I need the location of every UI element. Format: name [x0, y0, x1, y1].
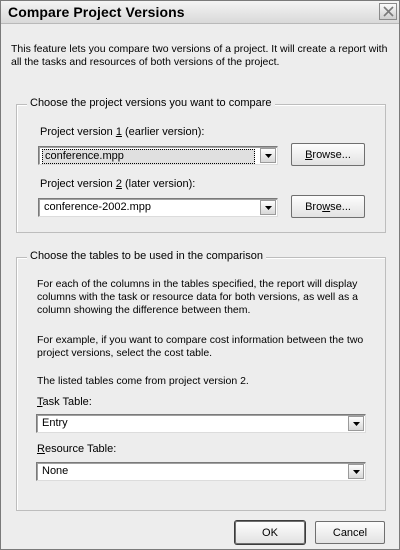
- title-bar: Compare Project Versions: [1, 1, 399, 24]
- task-table-dropdown-button[interactable]: [348, 416, 364, 431]
- versions-group-legend: Choose the project versions you want to …: [27, 97, 275, 109]
- compare-project-versions-dialog: Compare Project Versions This feature le…: [0, 0, 400, 550]
- browse1-rest: rowse...: [312, 148, 351, 161]
- resource-table-select[interactable]: None: [36, 462, 366, 481]
- chevron-down-icon: [352, 421, 360, 426]
- browse2-post: se...: [330, 200, 351, 213]
- browse-version1-button[interactable]: Browse...: [291, 143, 365, 166]
- version2-select[interactable]: conference-2002.mpp: [38, 198, 278, 217]
- chevron-down-icon: [264, 205, 272, 210]
- tables-group: Choose the tables to be used in the comp…: [16, 250, 386, 511]
- close-icon: [382, 6, 394, 17]
- task-table-label-rest: ask Table:: [42, 396, 92, 408]
- tables-description-1: For each of the columns in the tables sp…: [37, 278, 358, 316]
- version1-label: Project version 1 (earlier version):: [40, 126, 204, 138]
- resource-table-label-key: R: [37, 443, 45, 455]
- browse2-pre: Bro: [305, 200, 323, 213]
- intro-text: This feature lets you compare two versio…: [11, 43, 388, 68]
- resource-table-dropdown-button[interactable]: [348, 464, 364, 479]
- chevron-down-icon: [264, 153, 272, 158]
- tables-description-2: For example, if you want to compare cost…: [37, 334, 364, 359]
- version2-label: Project version 2 (later version):: [40, 178, 195, 190]
- version1-value: conference.mpp: [42, 149, 255, 164]
- version2-label-post: (later version):: [121, 178, 196, 190]
- version2-value: conference-2002.mpp: [44, 201, 152, 213]
- version1-label-post: (earlier version):: [121, 126, 205, 138]
- version1-label-pre: Project version: [40, 126, 116, 138]
- task-table-select[interactable]: Entry: [36, 414, 366, 433]
- versions-group: Choose the project versions you want to …: [16, 97, 386, 233]
- dialog-title: Compare Project Versions: [8, 4, 185, 20]
- ok-button[interactable]: OK: [235, 521, 305, 544]
- version2-label-pre: Project version: [40, 178, 116, 190]
- browse2-key: w: [322, 200, 331, 213]
- resource-table-label-rest: esource Table:: [44, 443, 117, 455]
- resource-table-label: Resource Table:: [37, 443, 116, 455]
- version2-dropdown-button[interactable]: [260, 200, 276, 215]
- browse-version2-button[interactable]: Bro w se...: [291, 195, 365, 218]
- resource-table-value: None: [42, 465, 69, 477]
- tables-group-legend: Choose the tables to be used in the comp…: [27, 250, 266, 262]
- task-table-value: Entry: [42, 417, 68, 429]
- browse1-key: B: [305, 148, 313, 161]
- tables-description-3: The listed tables come from project vers…: [37, 375, 249, 387]
- chevron-down-icon: [352, 469, 360, 474]
- task-table-label: Task Table:: [37, 396, 92, 408]
- close-button[interactable]: [379, 3, 397, 20]
- version1-select[interactable]: conference.mpp: [38, 146, 278, 165]
- cancel-button[interactable]: Cancel: [315, 521, 385, 544]
- version1-dropdown-button[interactable]: [260, 148, 276, 163]
